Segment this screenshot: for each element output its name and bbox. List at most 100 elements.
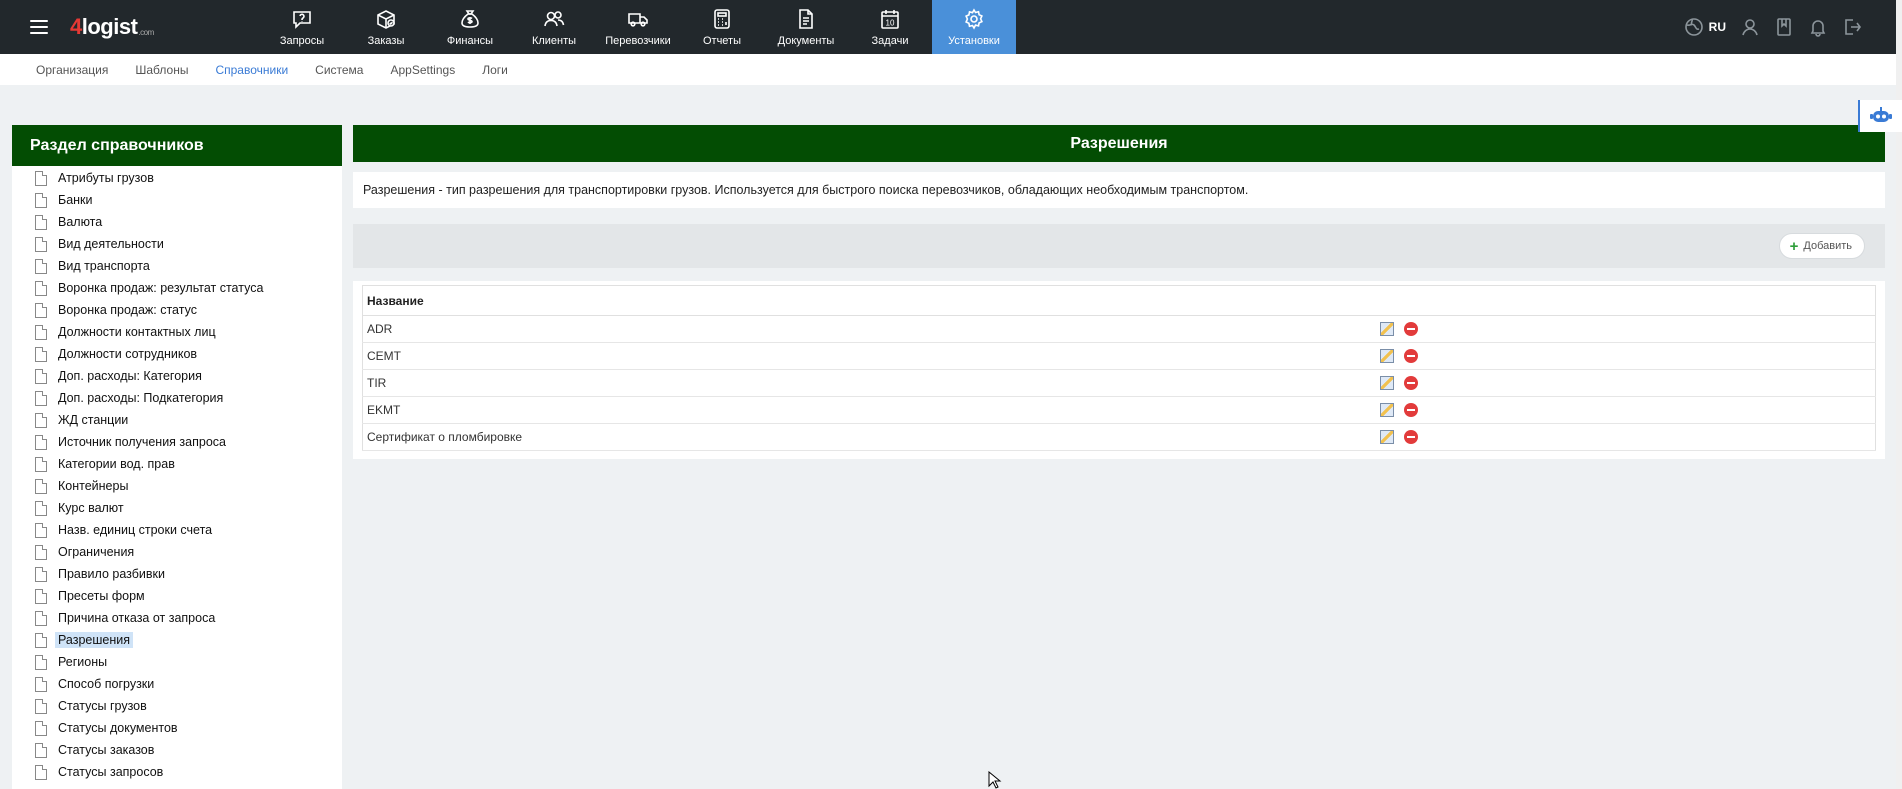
nav-item-users[interactable]: Клиенты [512, 0, 596, 54]
user-icon[interactable] [1740, 17, 1760, 37]
nav-item-gear[interactable]: Установки [932, 0, 1016, 54]
sidebar-item[interactable]: Контейнеры [12, 475, 342, 497]
sidebar-item[interactable]: Статусы запросов [12, 761, 342, 783]
table-row[interactable]: EKMT [362, 396, 1876, 424]
sidebar-item[interactable]: Статусы заказов [12, 739, 342, 761]
sidebar-item-label: Курс валют [58, 501, 124, 515]
sidebar-item[interactable]: Вид транспорта [12, 255, 342, 277]
document-icon [35, 522, 47, 538]
bookmark-book-icon[interactable] [1774, 17, 1794, 37]
document-icon [35, 698, 47, 714]
column-header-name[interactable]: Название [362, 285, 1376, 316]
nav-item-calendar[interactable]: 10 Задачи [848, 0, 932, 54]
sidebar-item[interactable]: ЖД станции [12, 409, 342, 431]
nav-item-label: Финансы [446, 34, 494, 47]
sidebar-item[interactable]: Воронка продаж: результат статуса [12, 277, 342, 299]
sidebar-item[interactable]: Доп. расходы: Категория [12, 365, 342, 387]
nav-item-chat-question[interactable]: Запросы [260, 0, 344, 54]
sidebar-item[interactable]: Способ погрузки [12, 673, 342, 695]
sidebar-item[interactable]: Воронка продаж: статус [12, 299, 342, 321]
document-icon [35, 720, 47, 736]
column-header-actions [1375, 285, 1876, 316]
delete-icon[interactable] [1403, 322, 1418, 337]
nav-item-calculator[interactable]: Отчеты [680, 0, 764, 54]
table-row[interactable]: Сертификат о пломбировке [362, 423, 1876, 451]
bell-icon[interactable] [1808, 17, 1828, 37]
document-icon [35, 544, 47, 560]
document-icon [35, 632, 47, 648]
subnav-tab[interactable]: Справочники [215, 63, 288, 77]
logo-suffix: .com [138, 27, 154, 37]
sidebar-item[interactable]: Статусы документов [12, 717, 342, 739]
subnav-tab[interactable]: Система [315, 63, 363, 77]
subnav-tab[interactable]: Шаблоны [135, 63, 188, 77]
edit-icon[interactable] [1379, 322, 1394, 337]
app-logo[interactable]: 4 logist .com [70, 0, 220, 54]
edit-icon[interactable] [1379, 430, 1394, 445]
grid-toolbar: + Добавить [353, 224, 1885, 268]
edit-icon[interactable] [1379, 349, 1394, 364]
nav-item-label: Отчеты [702, 34, 742, 47]
nav-item-money-bag[interactable]: Финансы [428, 0, 512, 54]
sidebar-item[interactable]: Банки [12, 189, 342, 211]
cell-name: TIR [362, 369, 1376, 397]
subnav-tab[interactable]: AppSettings [390, 63, 455, 77]
delete-icon[interactable] [1403, 430, 1418, 445]
nav-item-truck[interactable]: Перевозчики [596, 0, 680, 54]
sidebar-item[interactable]: Доп. расходы: Подкатегория [12, 387, 342, 409]
add-button-label: Добавить [1803, 240, 1852, 252]
nav-item-document[interactable]: Документы [764, 0, 848, 54]
sidebar-item[interactable]: Курс валют [12, 497, 342, 519]
plus-icon: + [1789, 237, 1799, 255]
box-check-icon [377, 9, 395, 29]
edit-icon[interactable] [1379, 376, 1394, 391]
sidebar-item[interactable]: Ограничения [12, 541, 342, 563]
add-button[interactable]: + Добавить [1778, 233, 1865, 259]
sidebar-item[interactable]: Атрибуты грузов [12, 167, 342, 189]
table-row[interactable]: TIR [362, 369, 1876, 397]
subnav-tab[interactable]: Организация [36, 63, 108, 77]
sidebar-item-label: Должности контактных лиц [58, 325, 216, 339]
hamburger-menu-icon[interactable] [30, 0, 66, 54]
sidebar-item[interactable]: Валюта [12, 211, 342, 233]
table-row[interactable]: CEMT [362, 342, 1876, 370]
sidebar-item[interactable]: Статусы грузов [12, 695, 342, 717]
sidebar-item[interactable]: Разрешения [12, 629, 342, 651]
nav-item-label: Установки [948, 34, 1000, 47]
sidebar-title: Раздел справочников [12, 125, 342, 166]
language-switcher[interactable]: RU [1684, 17, 1726, 37]
nav-item-label: Клиенты [531, 34, 577, 47]
delete-icon[interactable] [1403, 376, 1418, 391]
sidebar-item[interactable]: Причина отказа от запроса [12, 607, 342, 629]
globe-icon [1684, 18, 1703, 36]
sidebar-item-label: Статусы запросов [58, 765, 164, 779]
sidebar-item[interactable]: Источник получения запроса [12, 431, 342, 453]
mouse-cursor-icon [988, 771, 1002, 789]
delete-icon[interactable] [1403, 403, 1418, 418]
assistant-button[interactable] [1858, 100, 1902, 132]
subnav-tab[interactable]: Логи [482, 63, 508, 77]
document-icon [35, 390, 47, 406]
nav-item-box-check[interactable]: Заказы [344, 0, 428, 54]
gear-icon [965, 7, 983, 30]
sidebar-item[interactable]: Должности сотрудников [12, 343, 342, 365]
cell-name: CEMT [362, 342, 1376, 370]
delete-icon[interactable] [1403, 349, 1418, 364]
document-icon [35, 258, 47, 274]
edit-icon[interactable] [1379, 403, 1394, 418]
sidebar-item-label: Категории вод. прав [58, 457, 175, 471]
sidebar-item-label: Вид деятельности [58, 237, 164, 251]
sidebar-item-label: Доп. расходы: Категория [58, 369, 202, 383]
sidebar-item[interactable]: Регионы [12, 651, 342, 673]
logout-icon[interactable] [1842, 17, 1862, 37]
document-icon [35, 192, 47, 208]
sidebar-item[interactable]: Вид деятельности [12, 233, 342, 255]
sidebar-item[interactable]: Назв. единиц строки счета [12, 519, 342, 541]
settings-subnav: Организация Шаблоны Справочники Система AppS… [0, 54, 1902, 85]
sidebar-item[interactable]: Правило разбивки [12, 563, 342, 585]
main-nav: Запросы Заказы Финансы Клиенты Перевозчики От… [260, 0, 1016, 54]
sidebar-item[interactable]: Пресеты форм [12, 585, 342, 607]
sidebar-item[interactable]: Должности контактных лиц [12, 321, 342, 343]
sidebar-item[interactable]: Категории вод. прав [12, 453, 342, 475]
table-row[interactable]: ADR [362, 315, 1876, 343]
